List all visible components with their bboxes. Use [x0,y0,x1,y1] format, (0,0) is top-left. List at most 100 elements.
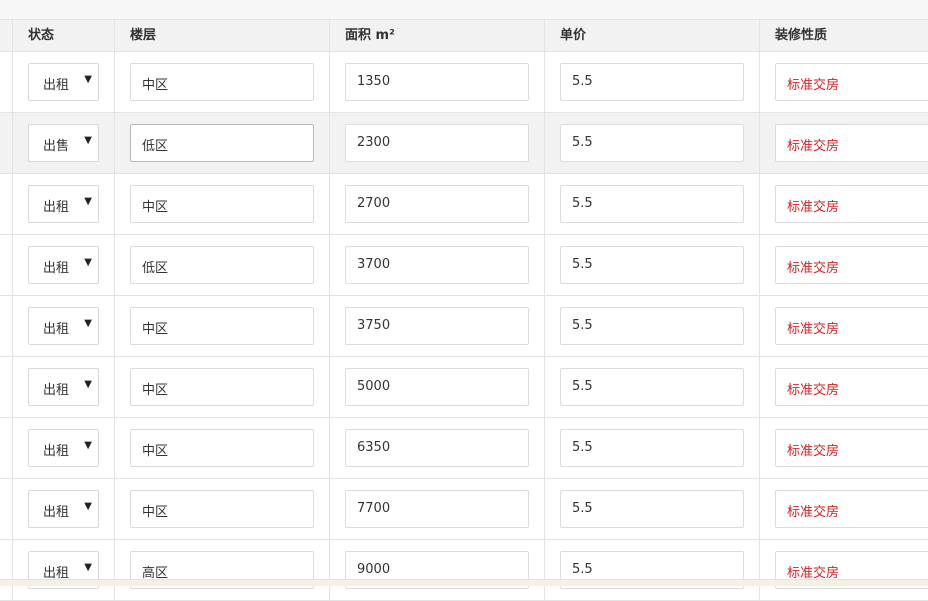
status-select-value: 出租 [43,78,70,93]
price-input[interactable]: 5.5 [560,307,744,345]
price-input[interactable]: 5.5 [560,246,744,284]
floor-input[interactable]: 低区 [130,246,314,284]
floor-input[interactable]: 低区 [130,124,314,162]
floor-cell: 中区 [114,357,330,417]
price-cell: 5.5 [544,235,760,295]
area-input[interactable]: 3700 [345,246,529,284]
area-input[interactable]: 2300 [345,124,529,162]
decoration-cell: 标准交房 [759,296,928,356]
area-cell: 1350 [329,52,545,112]
status-select[interactable]: 出售 ▼ [28,124,99,162]
column-header-status: 状态 [28,28,55,43]
price-input[interactable]: 5.5 [560,185,744,223]
floor-input[interactable]: 中区 [130,429,314,467]
area-input[interactable]: 7700 [345,490,529,528]
caret-down-icon: ▼ [84,501,92,512]
decoration-cell: 标准交房 [759,113,928,173]
column-header-area: 面积 m² [345,28,395,43]
price-cell: 5.5 [544,296,760,356]
status-cell: 出租 ▼ [12,174,115,234]
listing-table: 状态 楼层 面积 m² 单价 装修性质 出租 ▼ 中区 1350 5.5 标准交房 出售 ▼ 低… [0,19,928,601]
floor-cell: 高区 [114,540,330,600]
decoration-cell: 标准交房 [759,540,928,600]
area-input[interactable]: 1350 [345,63,529,101]
caret-down-icon: ▼ [84,562,92,573]
area-cell: 2300 [329,113,545,173]
status-cell: 出租 ▼ [12,235,115,295]
area-input[interactable]: 3750 [345,307,529,345]
decoration-cell: 标准交房 [759,174,928,234]
decoration-input[interactable]: 标准交房 [775,429,928,467]
status-select[interactable]: 出租 ▼ [28,490,99,528]
status-select-value: 出售 [43,139,70,154]
area-cell: 9000 [329,540,545,600]
area-input[interactable]: 6350 [345,429,529,467]
price-input[interactable]: 5.5 [560,429,744,467]
floor-cell: 中区 [114,52,330,112]
table-row: 出租 ▼ 低区 3700 5.5 标准交房 [0,235,928,296]
area-cell: 2700 [329,174,545,234]
floor-input[interactable]: 中区 [130,63,314,101]
table-row: 出租 ▼ 中区 5000 5.5 标准交房 [0,357,928,418]
floor-input[interactable]: 中区 [130,185,314,223]
floor-cell: 中区 [114,296,330,356]
decoration-input[interactable]: 标准交房 [775,63,928,101]
decoration-input[interactable]: 标准交房 [775,307,928,345]
floor-cell: 中区 [114,174,330,234]
floor-input[interactable]: 中区 [130,490,314,528]
decoration-input[interactable]: 标准交房 [775,124,928,162]
decoration-input[interactable]: 标准交房 [775,490,928,528]
caret-down-icon: ▼ [84,196,92,207]
caret-down-icon: ▼ [84,257,92,268]
table-row: 出售 ▼ 低区 2300 5.5 标准交房 [0,113,928,174]
caret-down-icon: ▼ [84,379,92,390]
table-row: 出租 ▼ 中区 3750 5.5 标准交房 [0,296,928,357]
caret-down-icon: ▼ [84,440,92,451]
status-cell: 出租 ▼ [12,296,115,356]
floor-input[interactable]: 中区 [130,307,314,345]
caret-down-icon: ▼ [84,318,92,329]
table-row: 出租 ▼ 高区 9000 5.5 标准交房 [0,540,928,601]
area-cell: 3700 [329,235,545,295]
status-select-value: 出租 [43,444,70,459]
status-cell: 出租 ▼ [12,479,115,539]
area-input[interactable]: 2700 [345,185,529,223]
area-cell: 6350 [329,418,545,478]
table-row: 出租 ▼ 中区 7700 5.5 标准交房 [0,479,928,540]
caret-down-icon: ▼ [84,74,92,85]
status-select[interactable]: 出租 ▼ [28,307,99,345]
header-cell-price: 单价 [544,20,760,51]
status-cell: 出租 ▼ [12,357,115,417]
price-input[interactable]: 5.5 [560,124,744,162]
status-select[interactable]: 出租 ▼ [28,185,99,223]
table-header: 状态 楼层 面积 m² 单价 装修性质 [0,19,928,52]
status-select-value: 出租 [43,505,70,520]
table-row: 出租 ▼ 中区 6350 5.5 标准交房 [0,418,928,479]
header-cell-decoration: 装修性质 [759,20,928,51]
status-select[interactable]: 出租 ▼ [28,63,99,101]
column-header-price: 单价 [560,28,587,43]
price-input[interactable]: 5.5 [560,490,744,528]
decoration-input[interactable]: 标准交房 [775,246,928,284]
status-cell: 出租 ▼ [12,52,115,112]
price-input[interactable]: 5.5 [560,63,744,101]
status-select-value: 出租 [43,200,70,215]
decoration-cell: 标准交房 [759,479,928,539]
decoration-cell: 标准交房 [759,52,928,112]
decoration-cell: 标准交房 [759,235,928,295]
floor-cell: 中区 [114,418,330,478]
status-select[interactable]: 出租 ▼ [28,246,99,284]
status-select-value: 出租 [43,322,70,337]
status-select[interactable]: 出租 ▼ [28,429,99,467]
table-row: 出租 ▼ 中区 1350 5.5 标准交房 [0,52,928,113]
decoration-input[interactable]: 标准交房 [775,185,928,223]
floor-cell: 低区 [114,235,330,295]
header-cell-floor: 楼层 [114,20,330,51]
area-input[interactable]: 5000 [345,368,529,406]
status-select[interactable]: 出租 ▼ [28,368,99,406]
area-cell: 5000 [329,357,545,417]
decoration-input[interactable]: 标准交房 [775,368,928,406]
floor-input[interactable]: 中区 [130,368,314,406]
area-cell: 3750 [329,296,545,356]
price-input[interactable]: 5.5 [560,368,744,406]
